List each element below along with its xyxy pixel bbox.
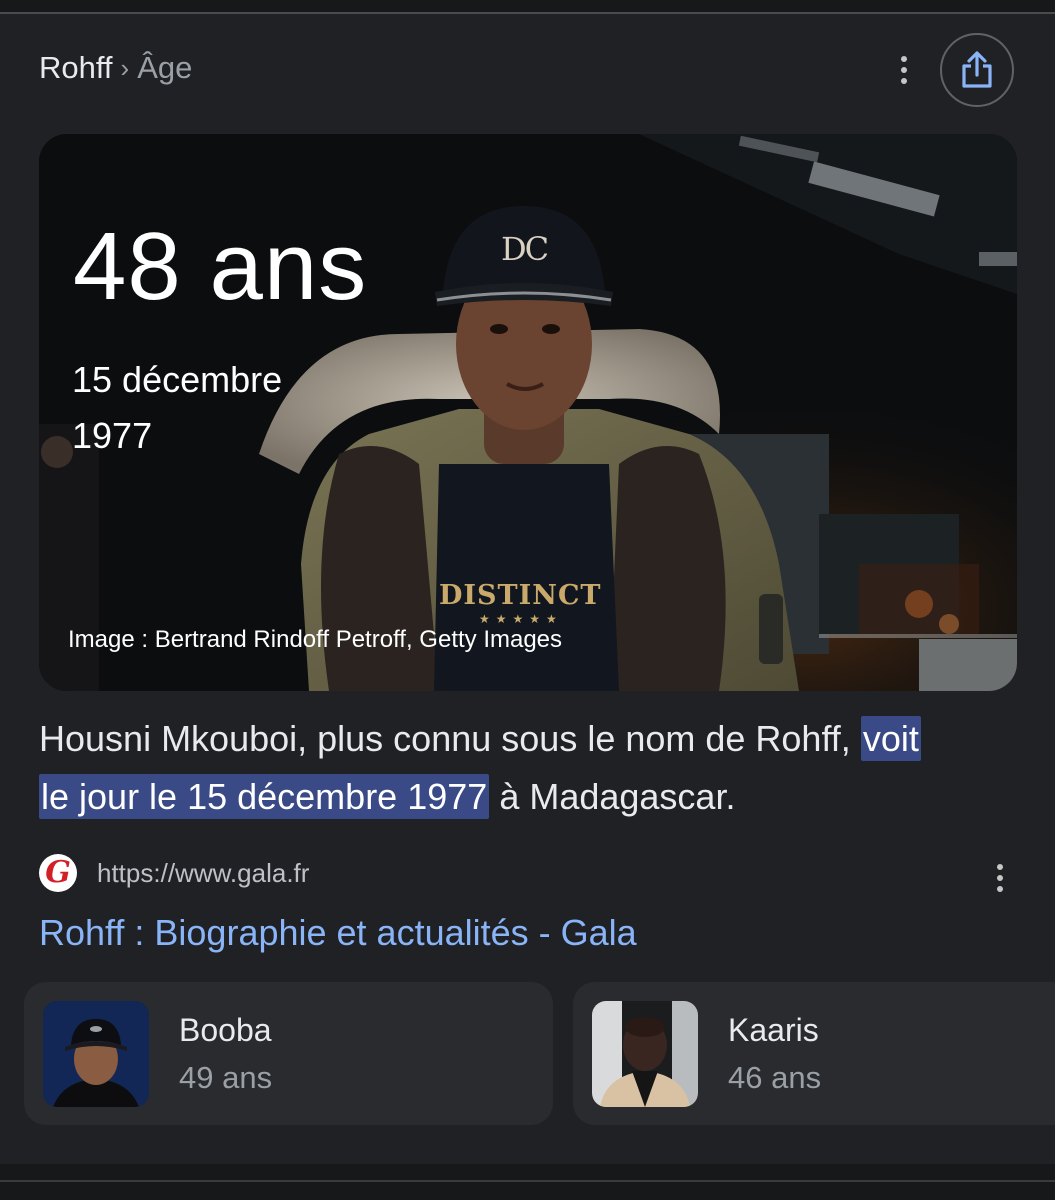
answer-snippet: Housni Mkouboi, plus connu sous le nom d… bbox=[39, 710, 1009, 826]
share-icon bbox=[962, 51, 992, 88]
related-person-card[interactable]: Booba 49 ans bbox=[24, 982, 553, 1125]
breadcrumb-current: Âge bbox=[137, 50, 193, 85]
more-vert-icon bbox=[997, 864, 1003, 870]
age-hero-card[interactable]: DC DISTINCT ★★★★★ 48 ans 15 décembre 197… bbox=[39, 134, 1017, 691]
related-person-card[interactable]: Kaaris 46 ans bbox=[573, 982, 1055, 1125]
snippet-text-after: à Madagascar. bbox=[499, 776, 736, 817]
bottom-divider bbox=[0, 1164, 1055, 1200]
breadcrumb: Rohff › Âge bbox=[39, 48, 192, 88]
snippet-highlight: voit bbox=[860, 716, 921, 761]
breadcrumb-root[interactable]: Rohff bbox=[39, 48, 113, 88]
more-vert-icon bbox=[901, 56, 907, 62]
snippet-highlight: le jour le 15 décembre 1977 bbox=[39, 774, 490, 819]
breadcrumb-separator: › bbox=[120, 53, 130, 83]
shirt-stars: ★★★★★ bbox=[479, 612, 563, 626]
person-name: Kaaris bbox=[728, 1012, 819, 1048]
person-age: 46 ans bbox=[728, 1060, 822, 1095]
top-divider bbox=[0, 0, 1055, 14]
more-options-button[interactable] bbox=[884, 50, 924, 90]
person-age: 49 ans bbox=[179, 1060, 273, 1095]
share-button[interactable] bbox=[940, 33, 1014, 107]
birth-date-day-month: 15 décembre bbox=[72, 359, 283, 400]
age-value: 48 ans bbox=[73, 213, 368, 320]
person-thumbnail bbox=[592, 1001, 698, 1107]
person-thumbnail bbox=[43, 1001, 149, 1107]
birth-date-year: 1977 bbox=[72, 415, 153, 456]
shirt-print: DISTINCT bbox=[439, 580, 602, 611]
source-row[interactable]: G https://www.gala.fr bbox=[39, 852, 1019, 898]
source-more-options-button[interactable] bbox=[980, 858, 1020, 898]
image-credit: Image : Bertrand Rindoff Petroff, Getty … bbox=[68, 626, 563, 653]
knowledge-panel-page: Rohff › Âge DC DISTINCT ★★★★★ 48 ans 15 … bbox=[0, 0, 1055, 1200]
favicon-letter: G bbox=[45, 855, 71, 890]
source-title-link[interactable]: Rohff : Biographie et actualités - Gala bbox=[39, 910, 637, 956]
source-url[interactable]: https://www.gala.fr bbox=[97, 858, 309, 889]
cap-logo: DC bbox=[501, 230, 549, 268]
snippet-text-before: Housni Mkouboi, plus connu sous le nom d… bbox=[39, 718, 851, 759]
birth-date: 15 décembre 1977 bbox=[72, 352, 332, 464]
person-name: Booba bbox=[179, 1012, 272, 1048]
gala-favicon: G bbox=[39, 854, 77, 892]
